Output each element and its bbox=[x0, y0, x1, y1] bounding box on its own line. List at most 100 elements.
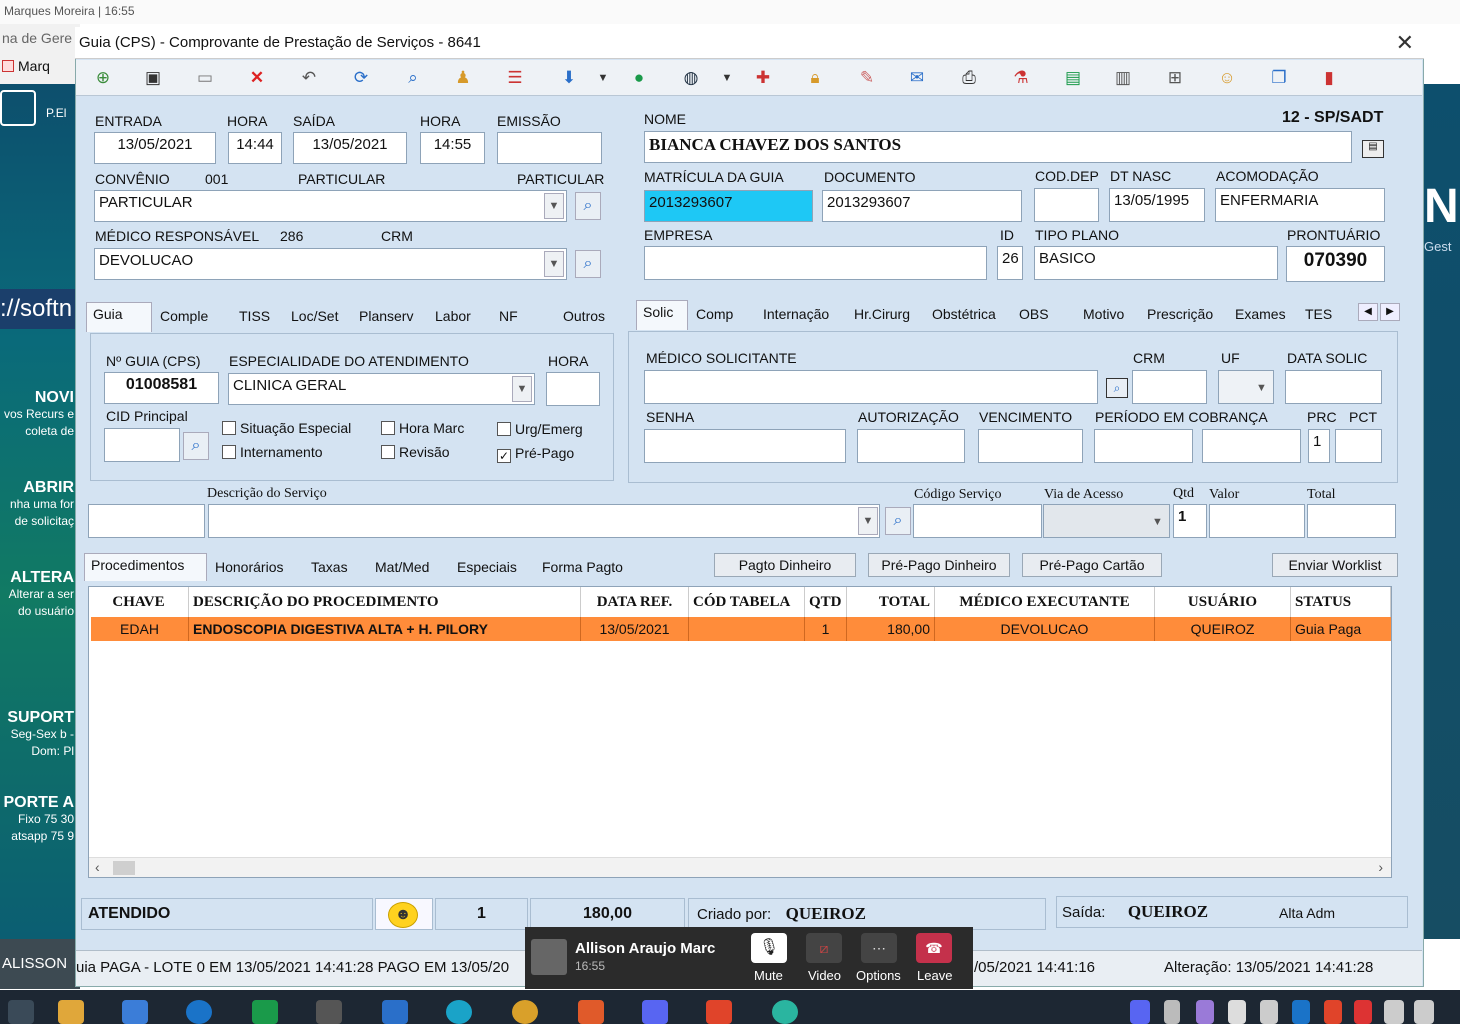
tab-comple[interactable]: Comple bbox=[154, 305, 214, 327]
coddep-field[interactable] bbox=[1034, 188, 1099, 222]
tab-scroll-left-icon[interactable]: ◀ bbox=[1358, 303, 1378, 321]
mute-button[interactable]: Mute bbox=[754, 968, 783, 983]
confirm-icon[interactable]: ● bbox=[628, 68, 650, 88]
tab-tes[interactable]: TES bbox=[1299, 303, 1338, 325]
tab-comp[interactable]: Comp bbox=[690, 303, 739, 325]
mail-icon[interactable]: ✉ bbox=[906, 68, 928, 88]
checkbox-hora-marc[interactable]: Hora Marc bbox=[381, 420, 464, 436]
syringe-icon[interactable]: ✎ bbox=[856, 68, 878, 88]
crm-sol-field[interactable] bbox=[1132, 370, 1207, 404]
tab-scroll-right-icon[interactable]: ▶ bbox=[1380, 303, 1400, 321]
prepago-cartao-button[interactable]: Pré-Pago Cartão bbox=[1022, 553, 1162, 577]
tab-tiss[interactable]: TISS bbox=[233, 305, 276, 327]
tipoplano-field[interactable]: BASICO bbox=[1034, 246, 1278, 280]
tab-internacao[interactable]: Internação bbox=[757, 303, 835, 325]
tab-planserv[interactable]: Planserv bbox=[353, 305, 419, 327]
total-field[interactable] bbox=[1307, 504, 1396, 538]
tray-volume-icon[interactable] bbox=[1384, 1000, 1404, 1024]
column-header-chave[interactable]: CHAVE bbox=[89, 587, 189, 617]
document-icon[interactable]: ▭ bbox=[194, 68, 216, 88]
checkbox-pre-pago[interactable]: ✓ Pré-Pago bbox=[497, 445, 574, 463]
column-header-status[interactable]: STATUS bbox=[1291, 587, 1391, 617]
tab-motivo[interactable]: Motivo bbox=[1077, 303, 1130, 325]
tab-nf[interactable]: NF bbox=[493, 305, 524, 327]
enviar-worklist-button[interactable]: Enviar Worklist bbox=[1272, 553, 1398, 577]
globe-menu-icon[interactable]: ▼ bbox=[716, 68, 738, 88]
network-icon[interactable]: ⊞ bbox=[1164, 68, 1186, 88]
tab-loc-set[interactable]: Loc/Set bbox=[285, 305, 344, 327]
contact-icon[interactable]: ☺ bbox=[1216, 68, 1238, 88]
discord-icon[interactable] bbox=[642, 1000, 668, 1024]
tab-hr-cirurg[interactable]: Hr.Cirurg bbox=[848, 303, 916, 325]
search-medico-icon[interactable]: ⌕ bbox=[575, 250, 601, 278]
tab-solic[interactable]: Solic bbox=[636, 300, 688, 330]
chevron-down-icon[interactable]: ▼ bbox=[1152, 516, 1163, 528]
tray-alert-icon[interactable] bbox=[1354, 1000, 1372, 1024]
saida-field[interactable]: 13/05/2021 bbox=[293, 132, 407, 164]
undo-icon[interactable]: ↶ bbox=[298, 68, 320, 88]
tab-labor[interactable]: Labor bbox=[429, 305, 477, 327]
file-explorer-icon[interactable] bbox=[58, 1000, 84, 1024]
download-icon[interactable]: ⬇ bbox=[558, 68, 580, 88]
spreadsheet-icon[interactable]: ▤ bbox=[1062, 68, 1084, 88]
card-icon[interactable]: ▤ bbox=[1362, 140, 1384, 158]
chevron-down-icon[interactable]: ▼ bbox=[1256, 382, 1267, 394]
table-icon[interactable]: ☰ bbox=[504, 68, 526, 88]
checkbox-urg-emerg[interactable]: Urg/Emerg bbox=[497, 421, 583, 437]
intellij-icon[interactable] bbox=[316, 1000, 342, 1024]
hora2-field[interactable]: 14:55 bbox=[420, 132, 485, 164]
prc-field[interactable]: 1 bbox=[1308, 429, 1330, 463]
column-header-total[interactable]: TOTAL bbox=[847, 587, 935, 617]
save-icon[interactable]: ▣ bbox=[142, 68, 164, 88]
app-active-icon[interactable] bbox=[772, 1000, 798, 1024]
vencimento-field[interactable] bbox=[978, 429, 1083, 463]
search-convenio-icon[interactable]: ⌕ bbox=[575, 192, 601, 220]
chevron-down-icon[interactable]: ▼ bbox=[512, 376, 532, 402]
nguia-field[interactable]: 01008581 bbox=[104, 372, 219, 404]
prepago-dinheiro-button[interactable]: Pré-Pago Dinheiro bbox=[868, 553, 1010, 577]
chevron-down-icon[interactable]: ▼ bbox=[858, 507, 878, 535]
scroll-thumb[interactable] bbox=[113, 861, 135, 875]
tray-anydesk-icon[interactable] bbox=[1324, 1000, 1342, 1024]
edge-icon[interactable] bbox=[446, 1000, 472, 1024]
scroll-left-icon[interactable]: ‹ bbox=[95, 859, 100, 875]
tray-display-icon[interactable] bbox=[1414, 1000, 1434, 1024]
search-icon[interactable]: ⌕ bbox=[402, 68, 424, 88]
cid-field[interactable] bbox=[104, 428, 180, 462]
new-icon[interactable]: ⊕ bbox=[92, 68, 114, 88]
medico-solicitante-field[interactable] bbox=[644, 370, 1098, 404]
column-header-data-ref[interactable]: DATA REF. bbox=[581, 587, 689, 617]
chevron-down-icon[interactable]: ▼ bbox=[544, 251, 564, 277]
id-field[interactable]: 26 bbox=[997, 246, 1023, 280]
remote-desktop-icon[interactable] bbox=[382, 1000, 408, 1024]
emissao-field[interactable] bbox=[497, 132, 602, 164]
tray-network-icon[interactable] bbox=[1260, 1000, 1278, 1024]
task-view-icon[interactable] bbox=[8, 1000, 34, 1024]
globe-icon[interactable]: ◍ bbox=[680, 68, 702, 88]
tray-microphone-icon[interactable] bbox=[1164, 1000, 1180, 1024]
chevron-down-icon[interactable]: ▼ bbox=[544, 193, 564, 219]
column-header-cod-tabela[interactable]: CÓD TABELA bbox=[689, 587, 805, 617]
periodo-inicio-field[interactable] bbox=[1094, 429, 1193, 463]
tab-honorarios[interactable]: Honorários bbox=[209, 556, 289, 578]
horizontal-scrollbar[interactable]: ‹ › bbox=[89, 857, 1391, 877]
matricula-field[interactable]: 2013293607 bbox=[644, 190, 813, 222]
entrada-field[interactable]: 13/05/2021 bbox=[94, 132, 216, 164]
tab-obstetrica[interactable]: Obstétrica bbox=[926, 303, 1002, 325]
tab-obs[interactable]: OBS bbox=[1013, 303, 1055, 325]
tray-teamviewer-icon[interactable] bbox=[1292, 1000, 1310, 1024]
prontuario-field[interactable]: 070390 bbox=[1286, 246, 1385, 282]
convenio-select[interactable]: PARTICULAR bbox=[94, 190, 567, 222]
bg-window-tab[interactable]: Marq bbox=[18, 58, 50, 74]
pct-field[interactable] bbox=[1335, 429, 1382, 463]
hora-field[interactable]: 14:44 bbox=[228, 132, 282, 164]
lock-icon[interactable]: 🔒︎ bbox=[804, 68, 826, 88]
especialidade-select[interactable]: CLINICA GERAL bbox=[228, 373, 535, 405]
hang-up-icon[interactable]: ☎ bbox=[916, 933, 952, 963]
documento-field[interactable]: 2013293607 bbox=[822, 190, 1022, 222]
archive-icon[interactable]: ▥ bbox=[1112, 68, 1134, 88]
video-off-icon[interactable]: ⧄ bbox=[806, 933, 842, 963]
empresa-field[interactable] bbox=[644, 246, 987, 280]
nome-field[interactable]: BIANCA CHAVEZ DOS SANTOS bbox=[644, 131, 1352, 163]
valor-field[interactable] bbox=[1209, 504, 1305, 538]
